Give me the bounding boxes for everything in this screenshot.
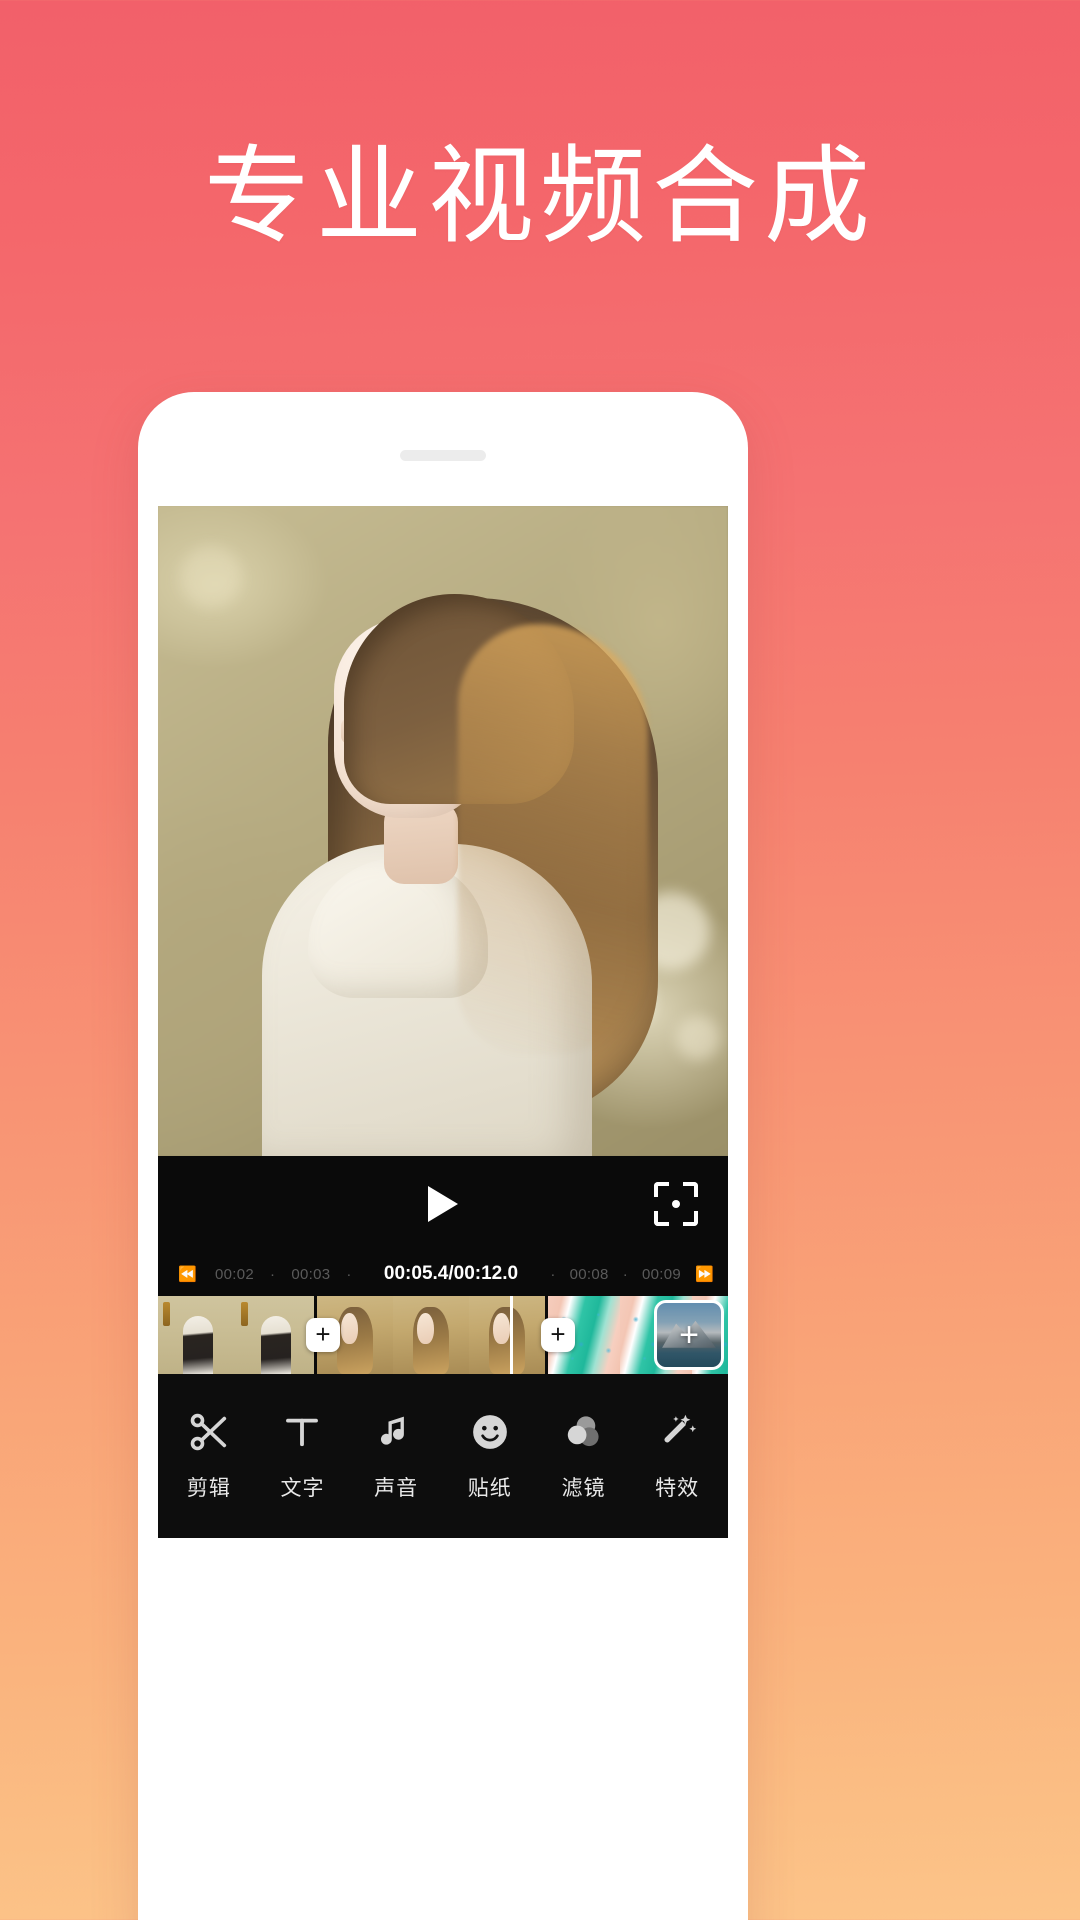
toolbar-item-label: 剪辑 bbox=[186, 1476, 231, 1500]
timeline-clip-thumb[interactable] bbox=[393, 1296, 469, 1374]
filter-circles-icon bbox=[539, 1404, 627, 1460]
timeline-clip-thumb[interactable] bbox=[236, 1296, 314, 1374]
editor-toolbar: 剪辑 文字 声音 贴纸 滤镜 特效 bbox=[158, 1374, 728, 1538]
skip-previous-icon[interactable]: ⏪ bbox=[172, 1265, 203, 1283]
crop-frame-icon[interactable] bbox=[654, 1182, 698, 1226]
toolbar-item-label: 特效 bbox=[655, 1476, 700, 1500]
toolbar-item-label: 声音 bbox=[374, 1476, 419, 1500]
toolbar-item-label: 文字 bbox=[280, 1476, 325, 1500]
smiley-sticker-icon bbox=[446, 1404, 534, 1460]
plus-icon: + bbox=[679, 1316, 699, 1354]
ruler-dot: · bbox=[270, 1265, 276, 1283]
scissors-icon bbox=[165, 1404, 253, 1460]
phone-speaker-grille bbox=[400, 450, 486, 461]
ruler-tick-label: 00:03 bbox=[291, 1265, 331, 1283]
phone-mockup: ⏪ 00:02 · 00:03 · 00:05.4/00:12.0 · 00:0… bbox=[138, 392, 748, 1920]
video-preview[interactable] bbox=[158, 506, 728, 1156]
ruler-dot: · bbox=[550, 1265, 556, 1283]
bokeh-light bbox=[180, 546, 242, 608]
current-time-display: 00:05.4/00:12.0 bbox=[383, 1263, 519, 1284]
toolbar-item-label: 贴纸 bbox=[467, 1476, 512, 1500]
timeline-playhead[interactable] bbox=[510, 1296, 513, 1374]
phone-screen: ⏪ 00:02 · 00:03 · 00:05.4/00:12.0 · 00:0… bbox=[158, 506, 728, 1538]
subject-hair-highlight bbox=[458, 624, 648, 1054]
toolbar-item-effects[interactable]: 特效 bbox=[633, 1404, 721, 1502]
music-note-icon bbox=[352, 1404, 440, 1460]
ruler-dot: · bbox=[346, 1265, 352, 1283]
toolbar-item-filter[interactable]: 滤镜 bbox=[539, 1404, 627, 1502]
toolbar-item-sticker[interactable]: 贴纸 bbox=[446, 1404, 534, 1502]
ruler-tick-label: 00:08 bbox=[569, 1265, 609, 1283]
add-clip-button[interactable]: + bbox=[654, 1300, 724, 1370]
timeline-filmstrip[interactable]: + + + + bbox=[158, 1296, 728, 1374]
toolbar-item-cut[interactable]: 剪辑 bbox=[165, 1404, 253, 1502]
skip-next-icon[interactable]: ⏩ bbox=[689, 1265, 720, 1283]
bokeh-light bbox=[676, 1016, 720, 1060]
ruler-tick-label: 00:02 bbox=[214, 1265, 255, 1283]
timeline-clip-thumb[interactable] bbox=[469, 1296, 545, 1374]
text-t-icon bbox=[258, 1404, 346, 1460]
magic-wand-icon bbox=[633, 1404, 721, 1460]
toolbar-item-audio[interactable]: 声音 bbox=[352, 1404, 440, 1502]
ruler-dot: · bbox=[622, 1265, 628, 1283]
timeline-clip-thumb[interactable] bbox=[158, 1296, 236, 1374]
toolbar-item-label: 滤镜 bbox=[561, 1476, 606, 1500]
timeline-ruler: ⏪ 00:02 · 00:03 · 00:05.4/00:12.0 · 00:0… bbox=[158, 1252, 728, 1296]
add-transition-button[interactable]: + bbox=[541, 1318, 575, 1352]
add-transition-button[interactable]: + bbox=[306, 1318, 340, 1352]
player-control-bar bbox=[158, 1156, 728, 1252]
page-title: 专业视频合成 bbox=[204, 135, 876, 258]
play-icon[interactable] bbox=[428, 1186, 458, 1222]
ruler-tick-label: 00:09 bbox=[641, 1265, 682, 1283]
toolbar-item-text[interactable]: 文字 bbox=[258, 1404, 346, 1502]
